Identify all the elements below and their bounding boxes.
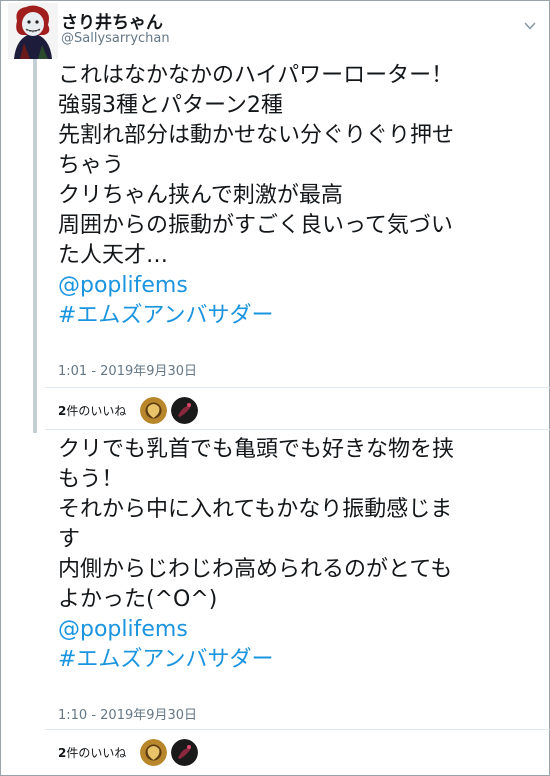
liker-avatar-icon[interactable] <box>171 396 199 424</box>
thread-connector-line <box>33 59 37 433</box>
tweet-line: もう！ <box>58 467 124 492</box>
tweet-1-likes-row: 2件のいいね <box>58 392 538 428</box>
tweet-card: さり井ちゃん @Sallysarrychan これはなかなかのハイパワーローター… <box>0 0 550 776</box>
author-handle[interactable]: @Sallysarrychan <box>61 31 170 46</box>
chevron-down-icon[interactable] <box>523 19 537 33</box>
divider <box>45 387 550 388</box>
tweet-line: た人天才… <box>58 243 169 268</box>
tweet-line: これはなかなかのハイパワーローター！ <box>58 63 454 88</box>
avatar-doll-icon <box>8 3 58 59</box>
tweet-line: クリでも乳首でも亀頭でも好きな物を挟 <box>58 437 455 462</box>
tweet-line: す <box>58 527 81 552</box>
divider <box>45 429 550 430</box>
liker-avatars <box>140 396 199 424</box>
tweet-line: 強弱3種とパターン2種 <box>58 93 283 118</box>
author-avatar[interactable] <box>8 3 58 59</box>
tweet-2-likes-row: 2件のいいね <box>58 734 538 770</box>
liker-avatar-icon[interactable] <box>140 396 168 424</box>
tweet-line: よかった(^O^) <box>58 587 218 612</box>
tweet-line: ちゃう <box>58 153 125 178</box>
tweet-line: 周囲からの振動がすごく良いって気づい <box>58 213 453 238</box>
mention-link[interactable]: @poplifems <box>58 271 454 301</box>
likes-label: 件のいいね <box>66 745 127 760</box>
likes-label: 件のいいね <box>66 403 127 418</box>
tweet-1-timestamp[interactable]: 1:01 - 2019年9月30日 <box>58 360 197 379</box>
likes-count[interactable]: 2件のいいね <box>58 744 126 761</box>
tweet-line: それから中に入れてもかなり振動感じま <box>58 497 453 522</box>
liker-avatar-icon[interactable] <box>140 738 168 766</box>
liker-avatars <box>140 738 199 766</box>
mention-link[interactable]: @poplifems <box>58 615 454 645</box>
tweet-1-text: これはなかなかのハイパワーローター！ 強弱3種とパターン2種 先割れ部分は動かせ… <box>58 61 454 331</box>
tweet-line: 先割れ部分は動かせない分ぐりぐり押せ <box>58 123 455 148</box>
liker-avatar-icon[interactable] <box>171 738 199 766</box>
author-name[interactable]: さり井ちゃん <box>61 8 163 33</box>
hashtag-link[interactable]: #エムズアンバサダー <box>58 645 454 675</box>
tweet-2-text: クリでも乳首でも亀頭でも好きな物を挟 もう！ それから中に入れてもかなり振動感じ… <box>58 435 454 675</box>
divider <box>45 729 550 730</box>
tweet-line: クリちゃん挟んで刺激が最高 <box>58 183 343 208</box>
tweet-2-timestamp[interactable]: 1:10 - 2019年9月30日 <box>58 704 197 723</box>
likes-count[interactable]: 2件のいいね <box>58 402 126 419</box>
hashtag-link[interactable]: #エムズアンバサダー <box>58 301 454 331</box>
tweet-line: 内側からじわじわ高められるのがとても <box>58 557 453 582</box>
